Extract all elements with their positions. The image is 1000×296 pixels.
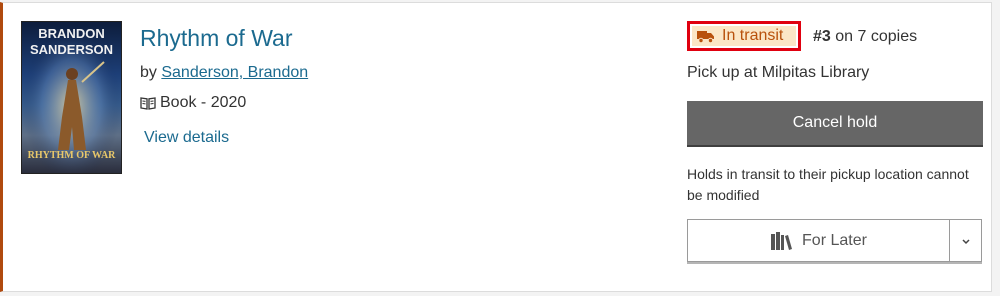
cover-title: RHYTHM OF WAR [28,150,117,161]
copies-text: on 7 copies [835,28,918,45]
cover-author-line1: BRANDON [38,26,104,41]
by-label: by [140,64,157,81]
cover-author-line2: SANDERSON [30,42,113,57]
shelf-control: For Later [687,219,982,262]
chevron-down-icon [961,232,971,250]
transit-note: Holds in transit to their pickup locatio… [687,166,969,203]
format-info: Book - 2020 [140,94,246,112]
view-details-link[interactable]: View details [144,129,229,147]
shelf-menu-toggle[interactable] [950,220,981,261]
for-later-label: For Later [802,231,867,249]
book-cover-image[interactable]: BRANDON SANDERSON RHYTHM OF WAR [21,21,122,174]
queue-position: #3 on 7 copies [813,28,917,46]
status-text: In transit [722,27,784,44]
pickup-location: Pick up at Milpitas Library [687,64,870,81]
queue-number: #3 [813,28,831,45]
cancel-hold-button[interactable]: Cancel hold [687,101,983,145]
for-later-button[interactable]: For Later [688,220,950,261]
author-link[interactable]: Sanderson, Brandon [161,64,308,81]
book-icon [140,96,156,110]
hold-card: BRANDON SANDERSON RHYTHM OF WAR Rhythm o… [0,2,992,292]
status-badge: In transit [692,26,796,46]
byline: by Sanderson, Brandon [140,64,308,82]
books-icon [770,231,794,251]
format-text: Book - 2020 [160,94,247,111]
status-highlight: In transit [687,21,801,51]
book-title-link[interactable]: Rhythm of War [140,25,293,52]
truck-icon [697,30,714,43]
